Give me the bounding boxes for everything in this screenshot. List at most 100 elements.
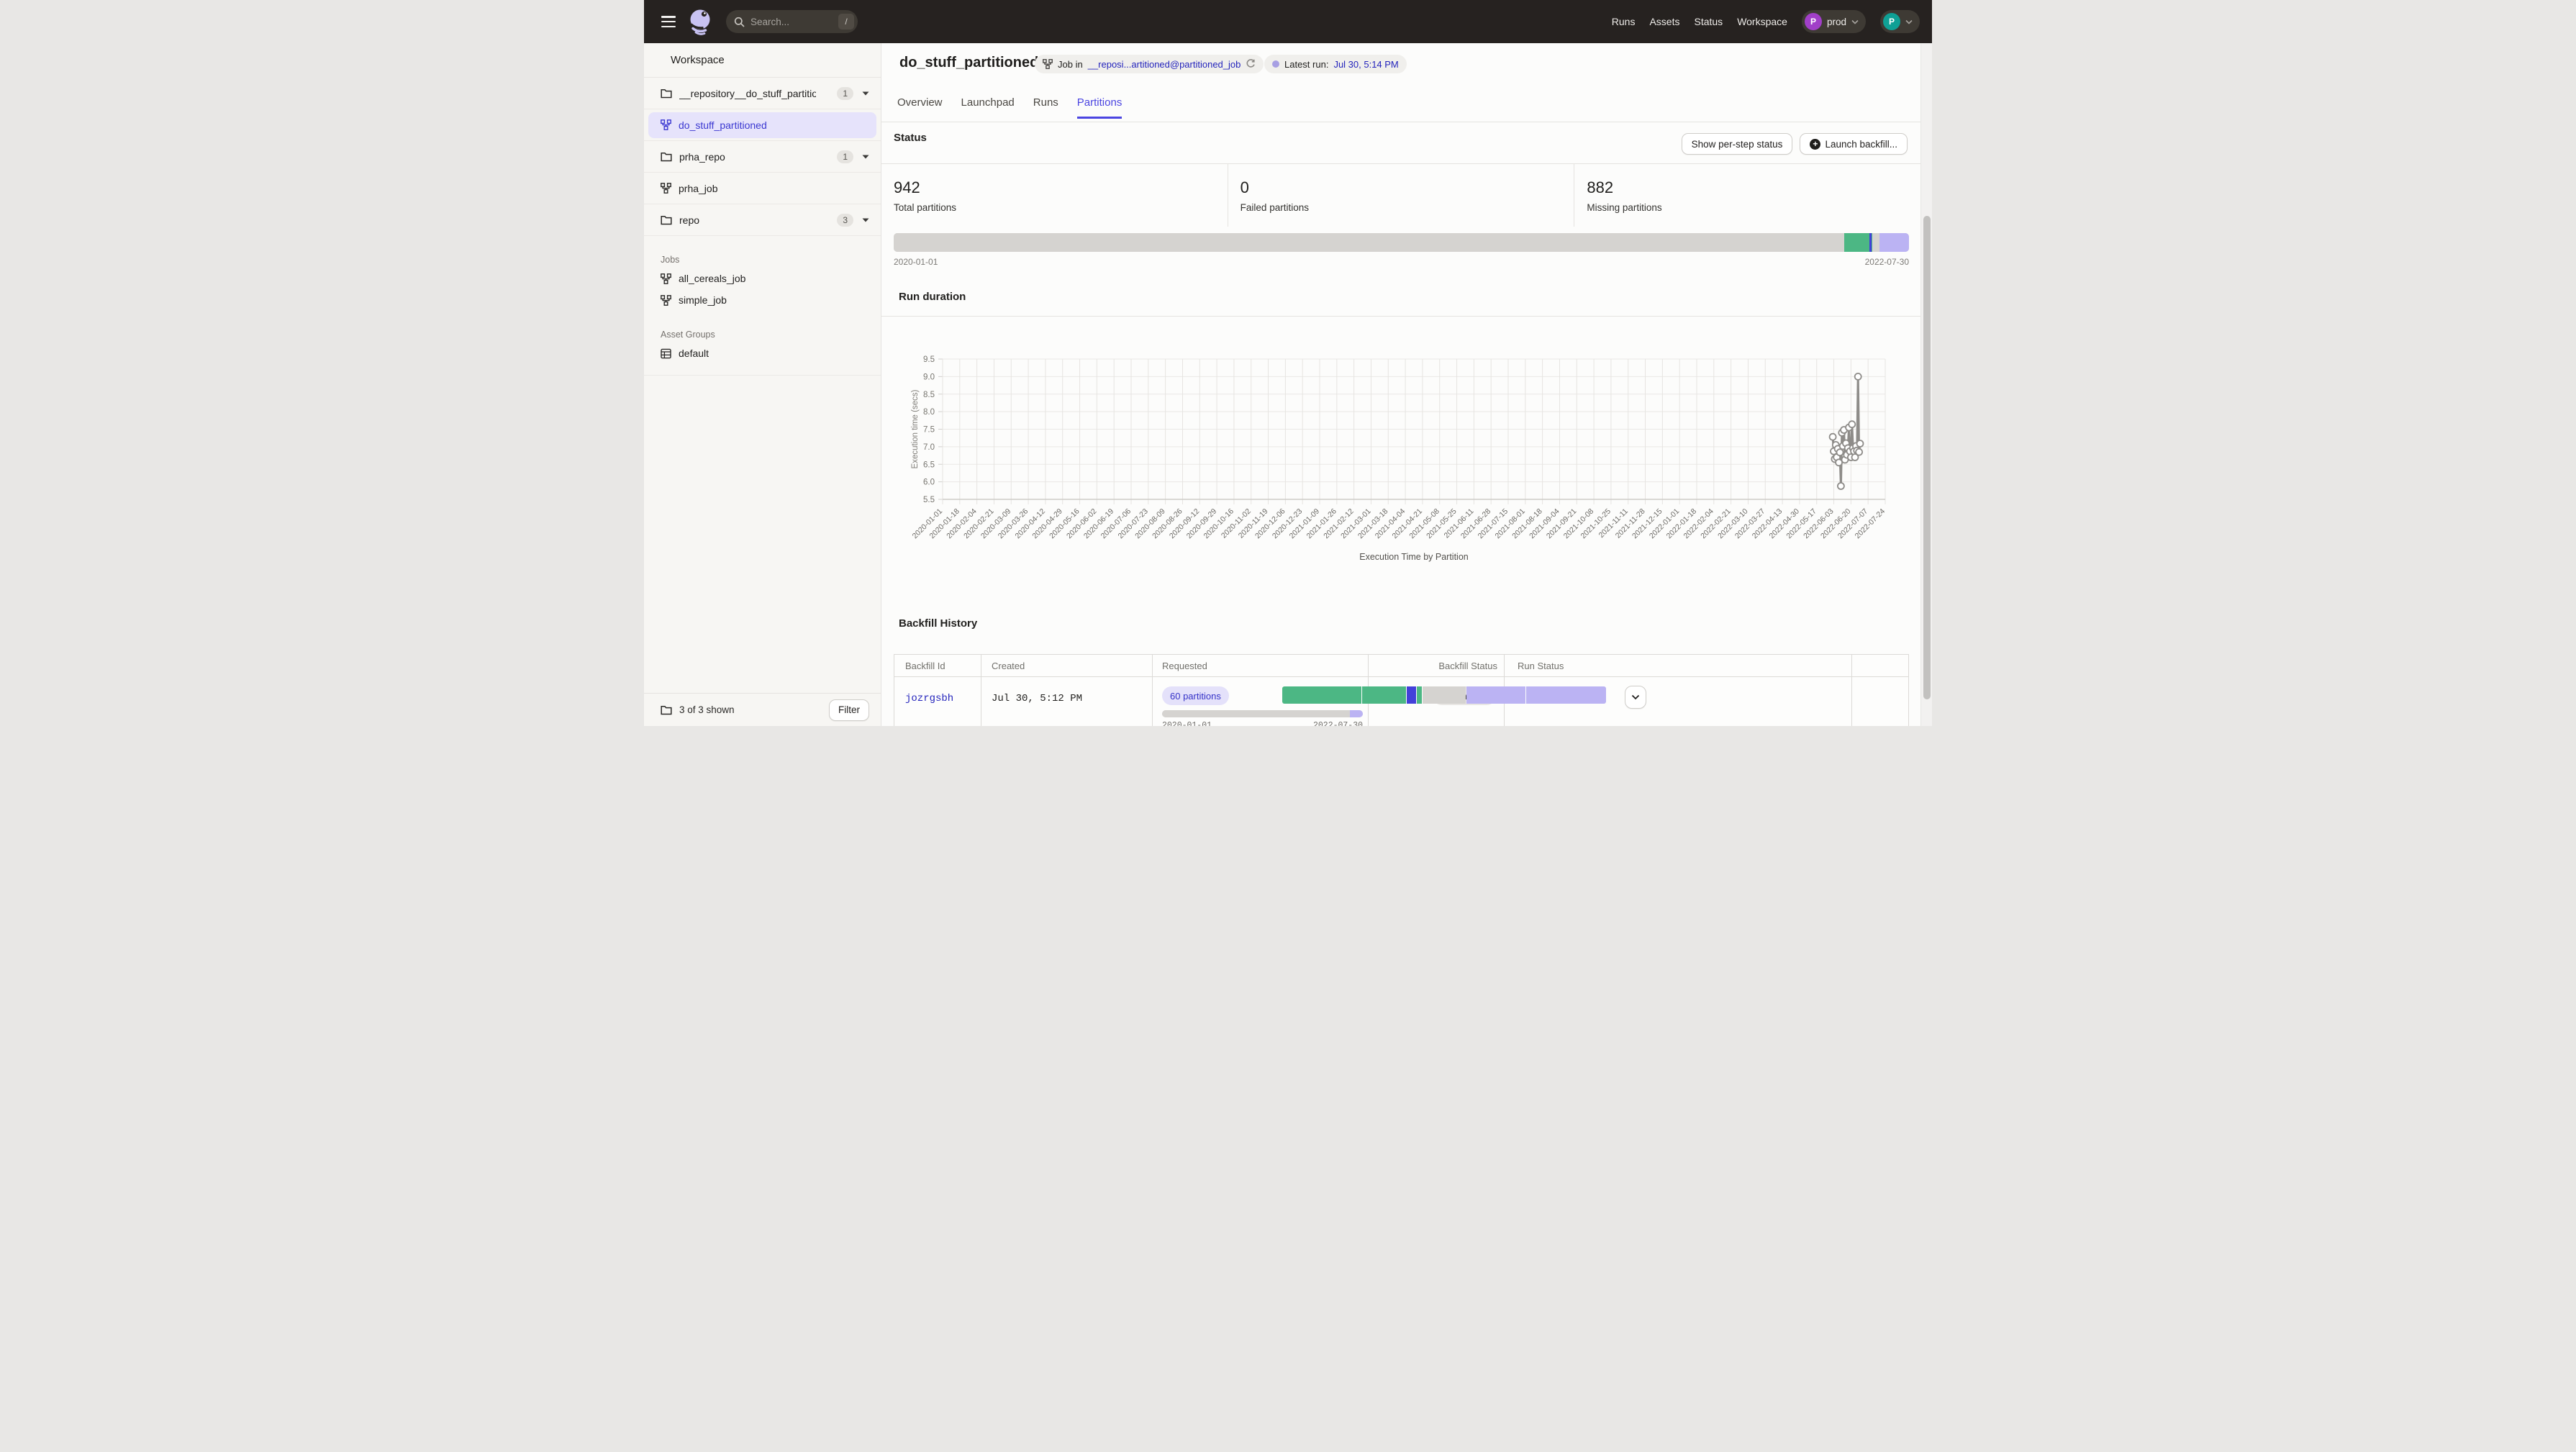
folder-icon xyxy=(661,215,672,225)
filter-button[interactable]: Filter xyxy=(829,699,869,721)
caret-down-icon[interactable] xyxy=(862,91,869,96)
run-duration-heading: Run duration xyxy=(899,291,966,303)
sidebar-item-repo[interactable]: repo 3 xyxy=(644,204,881,236)
vertical-scrollbar xyxy=(1920,43,1932,726)
job-icon xyxy=(661,295,671,306)
requested-date-range: 2020-01-01 2022-07-30 xyxy=(1162,721,1363,726)
job-icon xyxy=(661,273,671,284)
hamburger-menu-icon[interactable] xyxy=(661,16,676,27)
partition-bar-date-range: 2020-01-01 2022-07-30 xyxy=(894,257,1909,267)
caret-down-icon[interactable] xyxy=(862,218,869,222)
stat-label: Total partitions xyxy=(894,202,1228,213)
caret-down-icon[interactable] xyxy=(862,155,869,159)
svg-text:9.5: 9.5 xyxy=(923,355,935,364)
svg-text:Execution time (secs): Execution time (secs) xyxy=(911,389,920,468)
bar-segment-lavender xyxy=(1350,710,1363,717)
folder-icon xyxy=(661,152,672,162)
svg-text:Execution Time by Partition: Execution Time by Partition xyxy=(1359,552,1469,562)
bar-segment-gray xyxy=(894,233,1844,252)
sidebar-item-label: __repository__do_stuff_partitio... xyxy=(679,88,816,99)
bar-segment-green xyxy=(1362,686,1406,704)
job-origin-tag: Job in __reposi...artitioned@partitioned… xyxy=(1035,55,1264,73)
stat-label: Missing partitions xyxy=(1587,202,1920,213)
bar-segment-green xyxy=(1282,686,1361,704)
top-nav-links: Runs Assets Status Workspace P prod P xyxy=(1612,10,1932,33)
nav-link-runs[interactable]: Runs xyxy=(1612,16,1636,27)
requested-range-bar xyxy=(1162,710,1363,717)
partition-status-bar xyxy=(894,233,1909,252)
search-input[interactable] xyxy=(750,17,822,27)
dagster-app-window: / Runs Assets Status Workspace P prod P … xyxy=(644,0,1932,726)
svg-text:7.5: 7.5 xyxy=(923,426,935,435)
bar-start-date: 2020-01-01 xyxy=(894,257,938,267)
bar-segment-green xyxy=(1417,686,1422,704)
bar-segment-green xyxy=(1844,233,1869,252)
repo-count-text: 3 of 3 shown xyxy=(679,704,735,715)
launch-backfill-button[interactable]: + Launch backfill... xyxy=(1800,133,1908,155)
requested-partitions-chip[interactable]: 60 partitions xyxy=(1162,686,1229,705)
sidebar-item-default-asset-group[interactable]: default xyxy=(644,342,881,364)
bar-end-date: 2022-07-30 xyxy=(1865,257,1909,267)
backfill-id-link[interactable]: jozrgsbh xyxy=(905,693,953,704)
sidebar-selected-item[interactable]: do_stuff_partitioned xyxy=(648,112,876,138)
nav-link-workspace[interactable]: Workspace xyxy=(1737,16,1787,27)
column-header-run-status: Run Status xyxy=(1518,661,1564,671)
page-title: do_stuff_partitioned xyxy=(899,55,1038,71)
sidebar-item-prha-job[interactable]: prha_job xyxy=(644,173,881,204)
sidebar-item-label: all_cereals_job xyxy=(679,273,745,284)
workspace-sidebar: Workspace __repository__do_stuff_partiti… xyxy=(644,43,881,726)
show-per-step-status-button[interactable]: Show per-step status xyxy=(1682,133,1793,155)
latest-run-tag: Latest run: Jul 30, 5:14 PM xyxy=(1264,55,1407,73)
top-nav-bar: / Runs Assets Status Workspace P prod P xyxy=(644,0,1932,43)
tab-partitions[interactable]: Partitions xyxy=(1077,96,1123,119)
row-expand-button[interactable] xyxy=(1625,686,1646,709)
nav-link-assets[interactable]: Assets xyxy=(1649,16,1679,27)
tab-launchpad[interactable]: Launchpad xyxy=(961,96,1015,119)
requested-start-date: 2020-01-01 xyxy=(1162,721,1212,726)
sidebar-item-simple-job[interactable]: simple_job xyxy=(644,289,881,311)
sidebar-item-label: repo xyxy=(679,214,699,226)
latest-run-link[interactable]: Jul 30, 5:14 PM xyxy=(1333,59,1398,70)
plus-circle-icon: + xyxy=(1810,139,1820,150)
sidebar-item-prha-repo[interactable]: prha_repo 1 xyxy=(644,141,881,173)
table-header-row: Backfill Id Created Requested Backfill S… xyxy=(894,655,1908,677)
latest-run-label: Latest run: xyxy=(1284,59,1328,70)
launch-backfill-label: Launch backfill... xyxy=(1825,139,1897,150)
status-heading: Status xyxy=(894,132,927,144)
sidebar-item-do-stuff-partitioned[interactable]: do_stuff_partitioned xyxy=(644,109,881,141)
stat-failed-partitions: 0 Failed partitions xyxy=(1228,164,1574,227)
chevron-down-icon xyxy=(1905,19,1913,24)
deployment-avatar: P xyxy=(1805,13,1822,30)
svg-text:7.0: 7.0 xyxy=(923,443,935,452)
partition-stats: 942 Total partitions 0 Failed partitions… xyxy=(881,163,1920,227)
stat-label: Failed partitions xyxy=(1241,202,1574,213)
sidebar-item-label: do_stuff_partitioned xyxy=(679,119,767,131)
run-status-dot xyxy=(1272,60,1279,68)
refresh-icon[interactable] xyxy=(1246,59,1256,69)
sidebar-item-label: default xyxy=(679,348,709,359)
stat-value: 942 xyxy=(894,178,1228,197)
nav-link-status[interactable]: Status xyxy=(1694,16,1723,27)
user-menu[interactable]: P xyxy=(1880,10,1920,33)
tab-runs[interactable]: Runs xyxy=(1033,96,1058,119)
job-icon xyxy=(661,183,671,194)
bar-segment-gray xyxy=(1162,710,1350,717)
column-header-backfill-status: Backfill Status xyxy=(1368,661,1497,671)
tab-overview[interactable]: Overview xyxy=(897,96,943,119)
sidebar-footer: 3 of 3 shown Filter xyxy=(644,693,881,726)
job-icon xyxy=(1043,59,1053,69)
sidebar-item-label: simple_job xyxy=(679,294,727,306)
svg-text:6.5: 6.5 xyxy=(923,460,935,469)
dagster-logo[interactable] xyxy=(686,6,715,37)
job-partitions-page: do_stuff_partitioned Job in __reposi...a… xyxy=(881,43,1920,726)
status-actions: Show per-step status + Launch backfill..… xyxy=(1682,133,1908,155)
backfill-created-time: Jul 30, 5:12 PM xyxy=(992,693,1082,704)
asset-group-icon xyxy=(661,348,671,359)
scrollbar-thumb[interactable] xyxy=(1923,216,1931,699)
deployment-switcher[interactable]: P prod xyxy=(1802,10,1866,33)
stat-value: 882 xyxy=(1587,178,1920,197)
run-duration-chart: 5.56.06.57.07.58.08.59.09.52020-01-01202… xyxy=(881,317,1920,576)
sidebar-item-repository-do-stuff[interactable]: __repository__do_stuff_partitio... 1 xyxy=(644,78,881,109)
sidebar-item-all-cereals-job[interactable]: all_cereals_job xyxy=(644,268,881,289)
job-repo-link[interactable]: __reposi...artitioned@partitioned_job xyxy=(1088,59,1241,70)
